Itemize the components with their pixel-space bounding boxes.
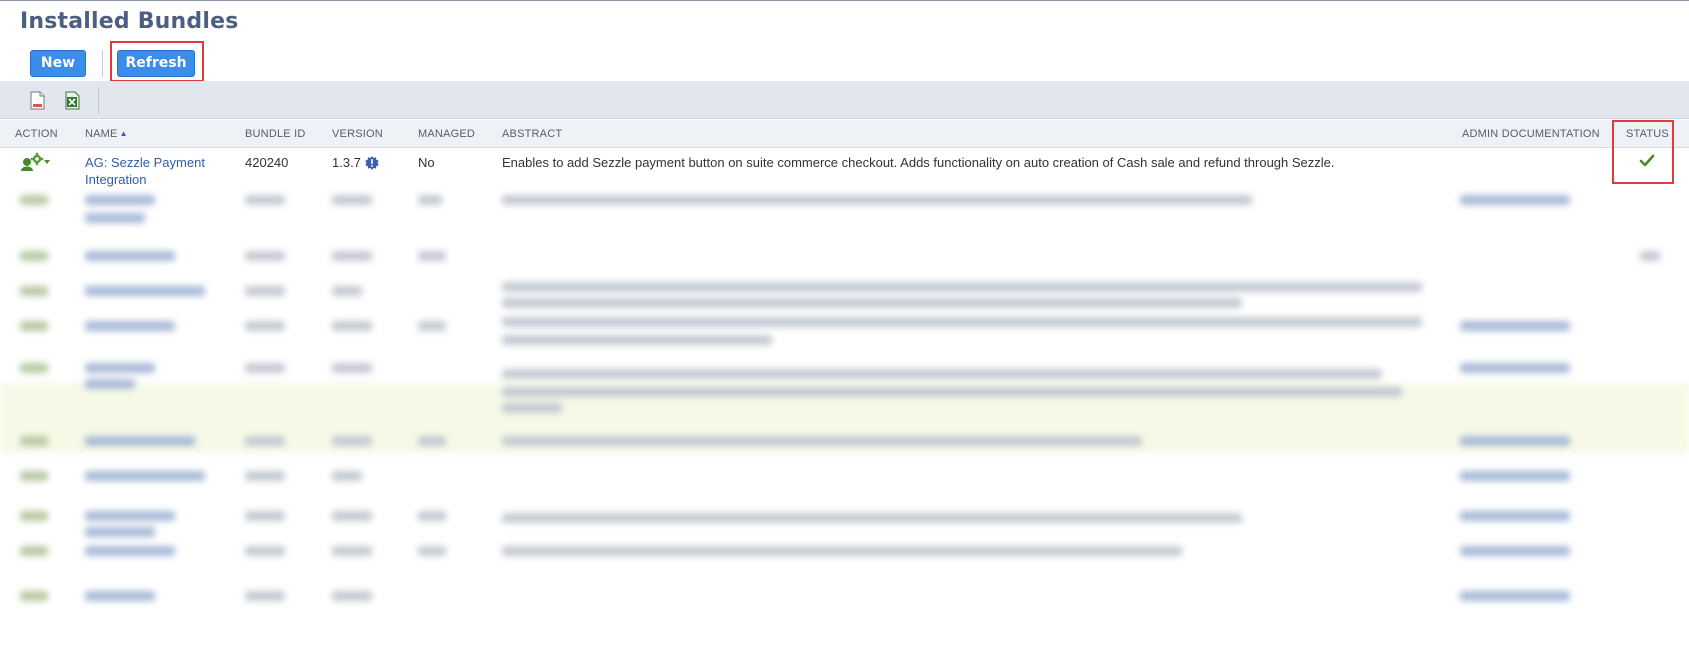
toolbar-separator: [98, 88, 99, 114]
chevron-down-icon: [44, 160, 50, 164]
status-highlight-box: [1612, 120, 1674, 184]
column-header-bundle-id[interactable]: BUNDLE ID: [245, 128, 305, 140]
button-separator: [102, 49, 103, 77]
sort-ascending-icon: ▲: [119, 129, 128, 138]
gear-user-icon[interactable]: [20, 152, 52, 172]
managed-value: No: [418, 155, 435, 170]
version-value: 1.3.7: [332, 155, 361, 170]
bundle-id-value: 420240: [245, 155, 289, 170]
column-header-action: ACTION: [15, 128, 58, 140]
column-header-abstract[interactable]: ABSTRACT: [502, 128, 562, 140]
page-icon[interactable]: [29, 91, 46, 110]
column-header-admin-documentation[interactable]: ADMIN DOCUMENTATION: [1462, 128, 1600, 140]
excel-icon[interactable]: [64, 91, 81, 110]
refresh-highlight-box: [110, 41, 204, 82]
version-cell: 1.3.7: [332, 154, 379, 171]
page-title: Installed Bundles: [20, 9, 239, 34]
badge-icon[interactable]: [365, 155, 379, 170]
list-toolbar: [0, 81, 1689, 119]
column-header-managed[interactable]: MANAGED: [418, 128, 475, 140]
blurred-rows-region: [0, 191, 1689, 652]
new-button[interactable]: New: [30, 49, 86, 77]
column-header-name[interactable]: NAME ▲: [85, 128, 128, 140]
bundle-name-link[interactable]: AG: Sezzle Payment Integration: [85, 154, 215, 188]
top-rule: [0, 0, 1689, 1]
column-header-name-label: NAME: [85, 128, 118, 140]
abstract-text: Enables to add Sezzle payment button on …: [502, 155, 1335, 170]
column-header-version[interactable]: VERSION: [332, 128, 383, 140]
